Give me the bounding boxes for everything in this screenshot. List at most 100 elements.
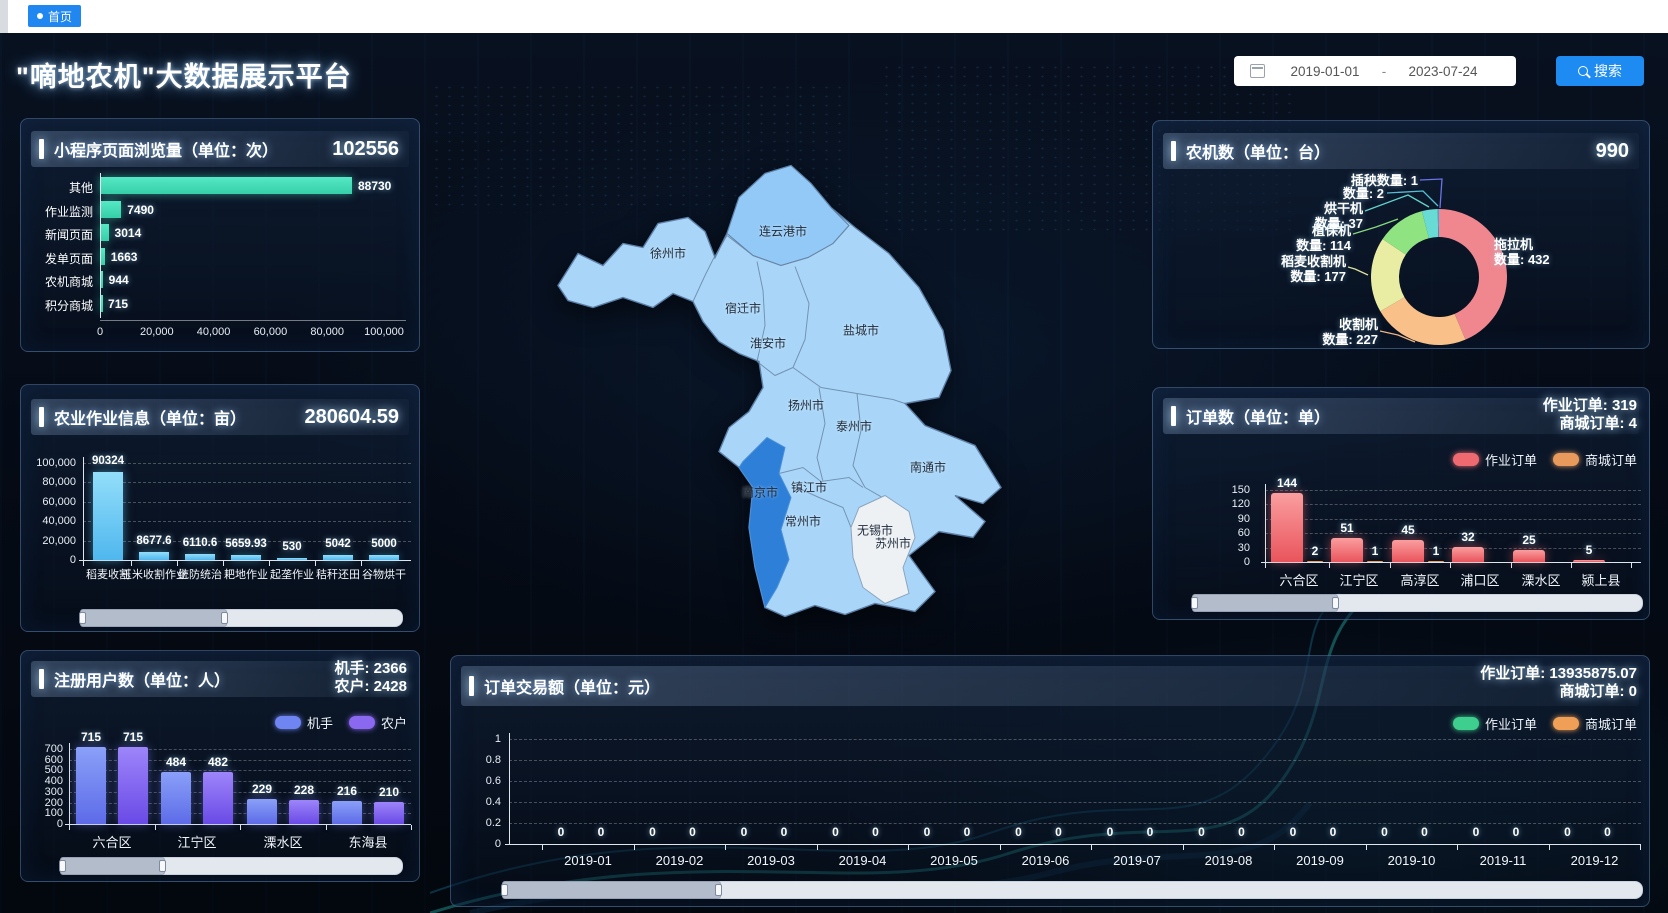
date-end-input[interactable]: 2023-07-24 (1397, 64, 1489, 79)
page-views-chart[interactable]: 其他88730作业监测7490新闻页面3014发单页面1663农机商城944积分… (21, 119, 419, 351)
bar[interactable] (100, 201, 121, 218)
map-city-label[interactable]: 常州市 (785, 513, 821, 530)
datazoom-handle-right[interactable] (159, 860, 166, 872)
map-city-label[interactable]: 盐城市 (843, 322, 879, 339)
category-label: 农机商城 (33, 273, 93, 290)
map-city-label[interactable]: 徐州市 (650, 245, 686, 262)
bar[interactable] (374, 802, 404, 825)
bar[interactable] (369, 555, 399, 560)
datazoom-handle-left[interactable] (1191, 597, 1198, 609)
value-label: 0 (741, 825, 748, 839)
datazoom-slider[interactable] (501, 881, 1643, 899)
machines-donut-chart[interactable]: 拖拉机数量: 432收割机数量: 227稻麦收割机数量: 177植保机数量: 1… (1153, 121, 1649, 348)
donut-svg[interactable] (1153, 121, 1649, 348)
map-city-label[interactable]: 南京市 (742, 484, 778, 501)
y-axis-line (100, 173, 101, 318)
page-title: "嘀地农机"大数据展示平台 (16, 55, 352, 94)
farm-work-chart[interactable]: 100,00080,00060,00040,00020,000090324稻麦收… (21, 385, 419, 631)
map-city-label[interactable]: 泰州市 (836, 418, 872, 435)
datazoom-selection[interactable] (80, 609, 227, 627)
dashboard-root: "嘀地农机"大数据展示平台 2019-01-01 - 2023-07-24 搜索… (0, 33, 1668, 913)
date-start-input[interactable]: 2019-01-01 (1279, 64, 1371, 79)
datazoom-handle-left[interactable] (79, 612, 86, 624)
legend-item[interactable]: 机手 (275, 713, 333, 732)
map-city-label[interactable]: 扬州市 (788, 397, 824, 414)
bar[interactable] (1392, 540, 1424, 562)
bar[interactable] (289, 800, 319, 824)
datazoom-selection[interactable] (60, 857, 165, 875)
value-label: 0 (924, 825, 931, 839)
bar[interactable] (247, 799, 277, 824)
datazoom-handle-left[interactable] (501, 884, 508, 896)
axis-tick-label: 0.4 (451, 796, 501, 808)
datazoom-selection[interactable] (502, 881, 721, 899)
datazoom-handle-left[interactable] (59, 860, 66, 872)
value-label: 1663 (111, 250, 138, 264)
bar[interactable] (118, 747, 148, 824)
axis-tick (155, 825, 156, 830)
bar[interactable] (1307, 561, 1323, 563)
datazoom-handle-right[interactable] (715, 884, 722, 896)
legend-item[interactable]: 商城订单 (1553, 714, 1637, 733)
bar[interactable] (1428, 561, 1444, 563)
legend-item[interactable]: 作业订单 (1453, 714, 1537, 733)
bar[interactable] (100, 177, 352, 194)
category-label: 浦口区 (1460, 570, 1499, 589)
search-button[interactable]: 搜索 (1556, 56, 1644, 86)
datazoom-slider[interactable] (59, 857, 403, 875)
x-axis-label: 2019-09 (1296, 853, 1344, 868)
bar[interactable] (1271, 493, 1303, 562)
bar[interactable] (161, 772, 191, 824)
legend-item[interactable]: 商城订单 (1553, 450, 1637, 469)
axis-tick (1631, 563, 1632, 568)
bar[interactable] (139, 552, 169, 560)
bar[interactable] (1367, 561, 1383, 563)
date-range-picker[interactable]: 2019-01-01 - 2023-07-24 (1234, 56, 1516, 86)
datazoom-handle-right[interactable] (221, 612, 228, 624)
bar[interactable] (100, 224, 109, 241)
donut-label-line-text: 数量: 2 (1343, 186, 1384, 201)
bar[interactable] (332, 801, 362, 824)
axis-tick-label: 0.2 (451, 817, 501, 829)
bar[interactable] (93, 472, 123, 560)
datazoom-selection[interactable] (1192, 594, 1338, 612)
bar[interactable] (203, 772, 233, 824)
bar[interactable] (76, 747, 106, 824)
map-city-label[interactable]: 宿迁市 (725, 300, 761, 317)
x-axis-line (1261, 562, 1641, 563)
legend-item[interactable]: 作业订单 (1453, 450, 1537, 469)
transactions-legend: 作业订单商城订单 (1453, 714, 1637, 733)
bar[interactable] (277, 558, 307, 560)
bar[interactable] (185, 554, 215, 560)
stat-line: 作业订单: 319 (1543, 397, 1637, 415)
value-label: 8677.6 (136, 535, 171, 547)
datazoom-handle-right[interactable] (1332, 597, 1339, 609)
axis-tick (634, 845, 635, 850)
axis-tick-label: 0.8 (451, 754, 501, 766)
map-city-label[interactable]: 南通市 (910, 459, 946, 476)
value-label: 210 (379, 785, 399, 799)
x-axis-line (65, 824, 411, 825)
axis-tick-label: 80,000 (21, 476, 76, 488)
transactions-chart[interactable]: 10.80.60.40.202019-01002019-02002019-030… (451, 656, 1649, 906)
x-axis-label: 2019-03 (747, 853, 795, 868)
datazoom-slider[interactable] (1191, 594, 1643, 612)
bar[interactable] (323, 555, 353, 560)
axis-tick (1511, 563, 1512, 568)
map-city-label[interactable]: 苏州市 (875, 535, 911, 552)
bar[interactable] (1573, 560, 1605, 562)
bar[interactable] (1452, 547, 1484, 562)
map-city-label[interactable]: 淮安市 (750, 335, 786, 352)
legend-item[interactable]: 农户 (349, 713, 407, 732)
tab-home[interactable]: 首页 (28, 5, 81, 27)
axis-tick-label: 150 (1153, 484, 1250, 496)
map-city-label[interactable]: 连云港市 (759, 223, 807, 240)
bar[interactable] (1513, 550, 1545, 562)
donut-segment-收割机[interactable] (1380, 297, 1465, 345)
datazoom-slider[interactable] (79, 609, 403, 627)
x-axis-label: 2019-06 (1022, 853, 1070, 868)
axis-tick-label: 0 (451, 838, 501, 850)
bar[interactable] (1331, 538, 1363, 562)
map-city-label[interactable]: 镇江市 (791, 479, 827, 496)
bar[interactable] (231, 555, 261, 560)
